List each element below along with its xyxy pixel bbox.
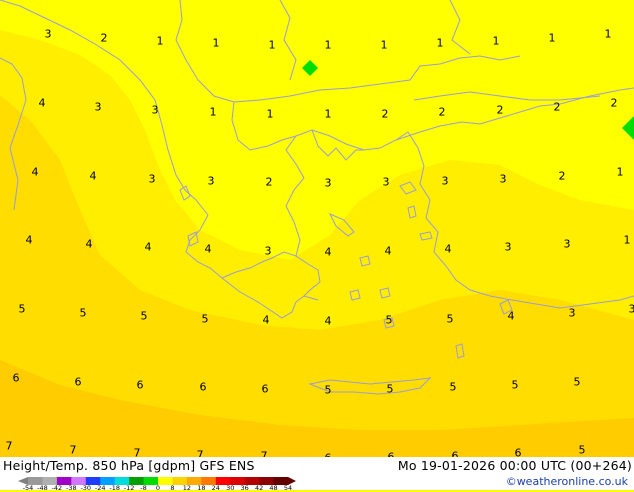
contour-label: 2	[497, 104, 504, 117]
contour-label: 2	[266, 176, 273, 189]
contour-label: 3	[95, 101, 102, 114]
legend-tick: 0	[156, 484, 160, 492]
contour-label: 2	[559, 170, 566, 183]
contour-label: 3	[208, 175, 215, 188]
contour-label: 4	[205, 243, 212, 256]
contour-label: 1	[267, 108, 274, 121]
contour-label: 3	[505, 241, 512, 254]
contour-label: 3	[442, 175, 449, 188]
contour-label: 7	[6, 440, 13, 453]
contour-label: 3	[152, 104, 159, 117]
contour-label: 4	[263, 314, 270, 327]
contour-label: 1	[549, 32, 556, 45]
contour-label: 2	[101, 32, 108, 45]
contour-label: 4	[39, 97, 46, 110]
contour-label: 3	[325, 177, 332, 190]
legend-tick: -24	[95, 484, 106, 492]
contour-label: 3	[500, 173, 507, 186]
contour-label: 1	[157, 35, 164, 48]
contour-label: 2	[554, 101, 561, 114]
legend-tick: 42	[255, 484, 263, 492]
contour-label: 2	[439, 106, 446, 119]
contour-label: 5	[19, 303, 26, 316]
contour-label: 5	[450, 381, 457, 394]
contour-label: 5	[579, 444, 586, 457]
legend-tick: 18	[197, 484, 205, 492]
legend-tick: 12	[183, 484, 191, 492]
contour-label: 3	[564, 238, 571, 251]
contour-label: 1	[381, 39, 388, 52]
legend-tick: -18	[109, 484, 120, 492]
contour-label: 4	[90, 170, 97, 183]
legend-tick: -12	[124, 484, 135, 492]
contour-label: 4	[32, 166, 39, 179]
contour-label: 1	[325, 108, 332, 121]
legend-tick: -8	[140, 484, 146, 492]
contour-label: 6	[137, 379, 144, 392]
contour-label: 4	[325, 315, 332, 328]
contour-label: 4	[145, 241, 152, 254]
legend-tick: 24	[212, 484, 220, 492]
contour-label: 4	[445, 243, 452, 256]
contour-label: 6	[13, 372, 20, 385]
legend-tick: 8	[170, 484, 174, 492]
contour-label: 5	[325, 384, 332, 397]
contour-label: 5	[202, 313, 209, 326]
legend-tick: -54	[23, 484, 34, 492]
contour-label: 5	[386, 314, 393, 327]
contour-label: 4	[86, 238, 93, 251]
contour-label: 6	[75, 376, 82, 389]
contour-label: 1	[269, 39, 276, 52]
contour-label: 1	[624, 234, 631, 247]
credit-link[interactable]: ©weatheronline.co.uk	[506, 475, 628, 488]
contour-label: 5	[80, 307, 87, 320]
map-area: 3211111111143311122222443323333214444344…	[0, 0, 634, 490]
legend-tick: 30	[226, 484, 234, 492]
contour-label: 2	[382, 108, 389, 121]
legend-tick: 48	[269, 484, 277, 492]
contour-label: 5	[512, 379, 519, 392]
legend-tick: -42	[52, 484, 63, 492]
contour-label: 2	[611, 97, 618, 110]
color-legend: -54-48 -42-38-30 -24-18 -12 -8 0 8 12 18 24 30 36 42…	[0, 473, 300, 490]
legend-tick: -48	[37, 484, 48, 492]
contour-label: 4	[325, 246, 332, 259]
contour-label: 1	[617, 166, 624, 179]
contour-label: 3	[149, 173, 156, 186]
legend-tick: -30	[80, 484, 91, 492]
contour-label: 3	[265, 245, 272, 258]
contour-label: 3	[45, 28, 52, 41]
contour-label: 5	[574, 376, 581, 389]
contour-label: 1	[213, 37, 220, 50]
contour-label: 1	[210, 106, 217, 119]
contour-label: 5	[447, 313, 454, 326]
contour-label: 7	[70, 444, 77, 457]
contour-label: 6	[200, 381, 207, 394]
contour-label: 1	[605, 28, 612, 41]
contour-label: 4	[385, 245, 392, 258]
legend-tick: -38	[66, 484, 77, 492]
contour-label: 3	[629, 303, 634, 316]
forecast-datetime: Mo 19-01-2026 00:00 UTC (00+264)	[398, 458, 632, 473]
contour-label: 3	[569, 307, 576, 320]
legend-tick: 54	[284, 484, 292, 492]
contour-label: 4	[26, 234, 33, 247]
contour-label: 5	[387, 383, 394, 396]
contour-label: 1	[493, 35, 500, 48]
contour-label: 1	[437, 37, 444, 50]
contour-label: 5	[141, 310, 148, 323]
legend-tick: 36	[241, 484, 249, 492]
footer: Height/Temp. 850 hPa [gdpm] GFS ENS Mo 1…	[0, 457, 634, 490]
contour-label: 3	[383, 176, 390, 189]
contour-label: 4	[508, 310, 515, 323]
temperature-field	[0, 0, 634, 457]
contour-label: 1	[325, 39, 332, 52]
map-title: Height/Temp. 850 hPa [gdpm] GFS ENS	[3, 458, 255, 473]
contour-label: 6	[262, 383, 269, 396]
